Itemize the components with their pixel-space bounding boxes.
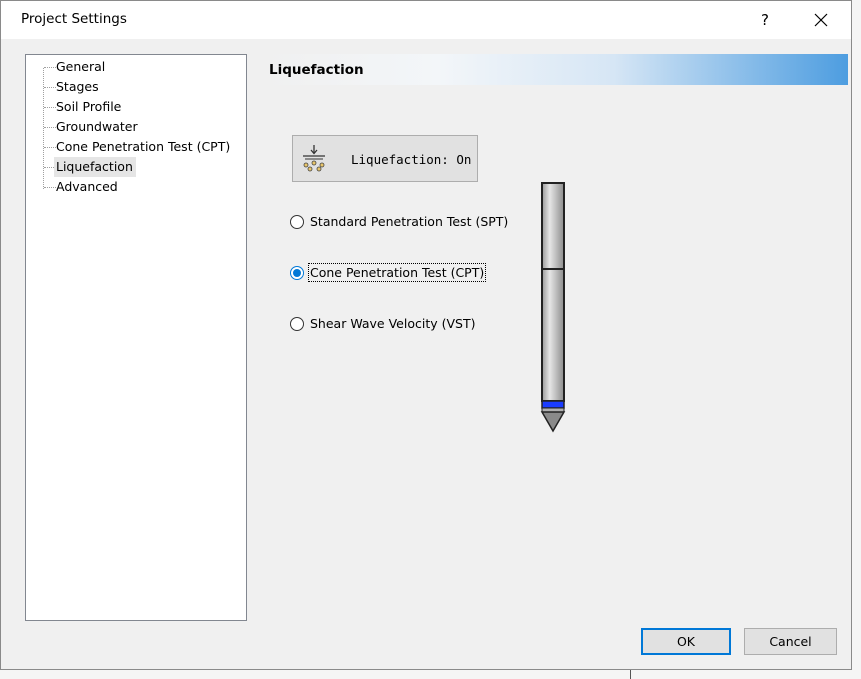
liquefaction-toggle-button[interactable]: Liquefaction: On [292, 135, 478, 182]
radio-cpt-circle[interactable] [290, 266, 304, 280]
liquefaction-icon [303, 145, 325, 172]
tree-item-liquefaction[interactable]: Liquefaction [54, 157, 136, 177]
tree-item-stages[interactable]: Stages [54, 77, 102, 97]
ok-button[interactable]: OK [641, 628, 731, 655]
close-button[interactable] [801, 5, 841, 35]
settings-tree[interactable]: General Stages Soil Profile Groundwater … [25, 54, 247, 621]
tree-item-cpt[interactable]: Cone Penetration Test (CPT) [54, 137, 233, 157]
section-title: Liquefaction [269, 62, 364, 78]
radio-cpt-label: Cone Penetration Test (CPT) [307, 263, 487, 282]
background-window-bottom [0, 670, 861, 679]
tree-item-groundwater[interactable]: Groundwater [54, 117, 141, 137]
radio-vst-label: Shear Wave Velocity (VST) [310, 316, 476, 331]
radio-vst-circle[interactable] [290, 317, 304, 331]
radio-spt-label: Standard Penetration Test (SPT) [310, 214, 509, 229]
liquefaction-toggle-label: Liquefaction: On [351, 152, 472, 167]
tree-item-general[interactable]: General [54, 57, 108, 77]
radio-spt-circle[interactable] [290, 215, 304, 229]
background-window [852, 0, 861, 679]
section-header: Liquefaction [263, 54, 848, 85]
help-button[interactable]: ? [747, 5, 783, 35]
close-icon [814, 13, 828, 27]
tree-item-soil-profile[interactable]: Soil Profile [54, 97, 124, 117]
title-bar[interactable]: Project Settings ? [1, 1, 851, 39]
window-title: Project Settings [21, 11, 127, 27]
tree-item-advanced[interactable]: Advanced [54, 177, 121, 197]
background-divider [630, 670, 631, 679]
project-settings-dialog: Project Settings ? General Stages Soil P… [0, 0, 852, 670]
cpt-probe-icon [540, 182, 566, 433]
cancel-button[interactable]: Cancel [744, 628, 837, 655]
